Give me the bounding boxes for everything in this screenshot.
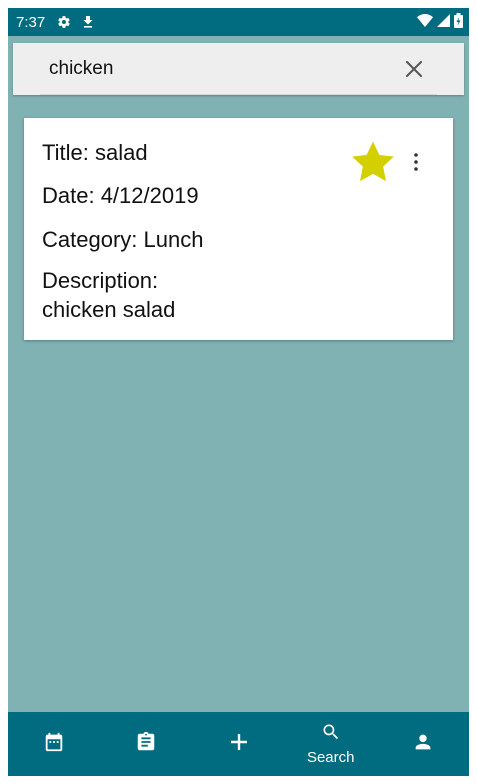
status-time: 7:37 <box>16 13 46 31</box>
nav-profile[interactable] <box>377 712 469 776</box>
search-bar <box>13 43 464 95</box>
nav-add[interactable] <box>192 712 284 776</box>
nav-calendar[interactable] <box>8 712 100 776</box>
download-icon <box>83 16 93 28</box>
calendar-icon <box>43 731 65 758</box>
search-input[interactable] <box>49 58 389 80</box>
search-icon <box>321 722 341 747</box>
result-date: Date: 4/12/2019 <box>42 183 199 208</box>
nav-clipboard[interactable] <box>100 712 192 776</box>
result-description-label: Description: <box>42 268 159 293</box>
result-category: Category: Lunch <box>42 227 204 252</box>
result-card[interactable]: Title: salad Date: 4/12/2019 Category: L… <box>24 118 453 340</box>
result-description: chicken salad <box>42 297 176 322</box>
nav-search[interactable]: Search <box>285 712 377 776</box>
add-icon <box>229 732 249 757</box>
result-title: Title: salad <box>42 140 148 165</box>
signal-icon <box>437 13 450 31</box>
app-screen: 7:37 Title: salad Date: 4/12/2019 <box>8 8 469 776</box>
status-indicators <box>417 12 463 32</box>
status-bar: 7:37 <box>8 8 469 36</box>
more-options-icon[interactable] <box>406 148 426 176</box>
star-icon[interactable] <box>350 140 396 184</box>
battery-icon <box>454 12 463 32</box>
person-icon <box>412 731 434 758</box>
settings-gear-icon <box>57 15 71 29</box>
search-underline <box>40 94 437 95</box>
wifi-icon <box>417 13 433 31</box>
clipboard-icon <box>135 730 157 759</box>
close-icon[interactable] <box>402 57 426 81</box>
nav-search-label: Search <box>306 749 355 766</box>
bottom-navigation: Search <box>8 712 469 776</box>
